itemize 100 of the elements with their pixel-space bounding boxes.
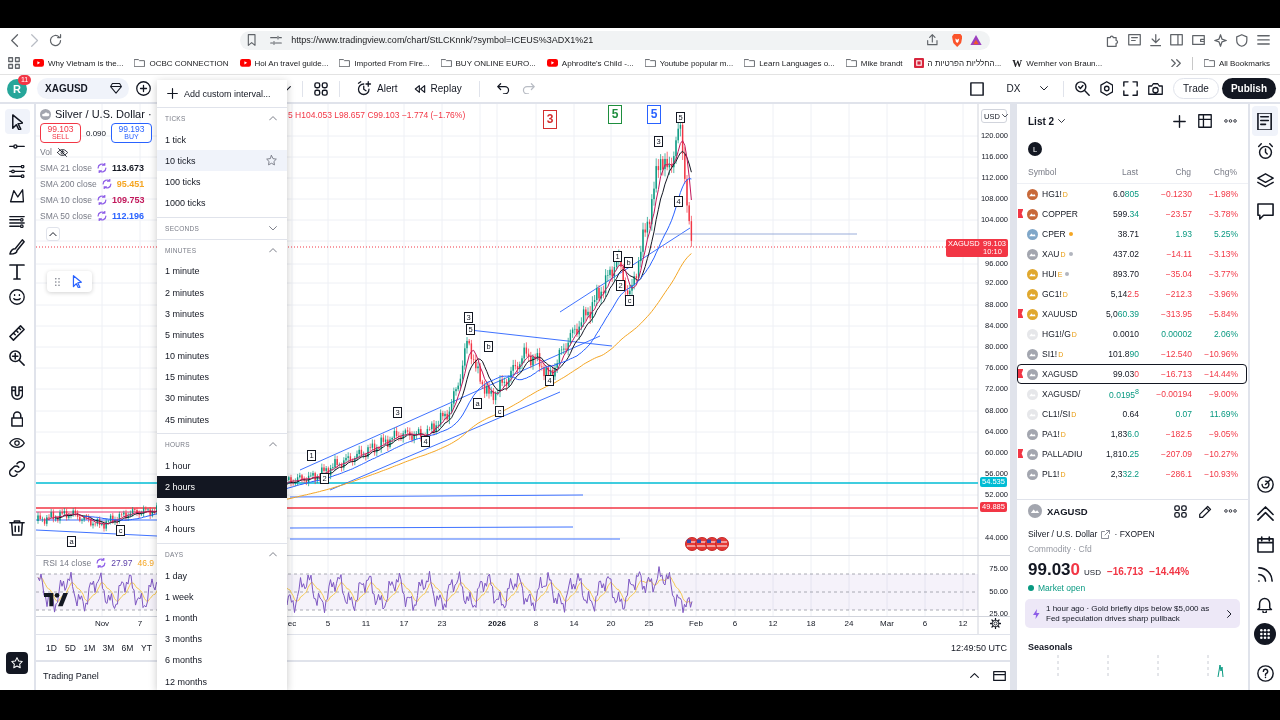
square-icon[interactable]: [969, 81, 984, 96]
share-icon[interactable]: [926, 34, 938, 46]
search-icon[interactable]: [1074, 81, 1090, 96]
ruler-icon: [9, 324, 25, 341]
symbol-name: HUI: [1042, 269, 1057, 279]
bookmark-link[interactable]: OCBC CONNECTION: [134, 58, 229, 68]
range-button[interactable]: 1D: [42, 642, 61, 653]
bookmark-link[interactable]: Hoi An travel guide...: [239, 58, 329, 68]
symbol-description: Silver / U.S. Dollar: [1028, 529, 1098, 539]
column-header[interactable]: Chg%: [1191, 166, 1237, 177]
range-button[interactable]: 5D: [61, 642, 80, 653]
watchlist-row[interactable]: COPPER 599.34 −23.57 −3.78%: [1017, 204, 1247, 224]
range-button[interactable]: 6M: [118, 642, 137, 653]
sidebar-button[interactable]: [1252, 106, 1278, 136]
publish-button[interactable]: Publish: [1221, 78, 1276, 99]
column-header[interactable]: Last: [1095, 166, 1138, 177]
more-icon[interactable]: [1224, 509, 1237, 513]
bookmark-link[interactable]: Learn Languages o...: [744, 58, 835, 68]
settings-icon[interactable]: [1099, 81, 1114, 96]
percent-change: 5.25%: [1212, 229, 1238, 239]
panel-icon[interactable]: [993, 670, 1006, 682]
percent-change: −9.00%: [1207, 389, 1238, 399]
range-button[interactable]: 1M: [80, 642, 99, 653]
news-card[interactable]: 1 hour ago · Gold briefly dips below $5,000 as Fed speculation drives sharp pullback: [1025, 599, 1240, 628]
watchlist-row[interactable]: XAGUSD 99.030 −16.713 −14.44%: [1017, 364, 1247, 384]
bookmark-link[interactable]: Youtube popular m...: [644, 58, 734, 68]
folder-icon: [1203, 58, 1215, 68]
line-icon: [9, 144, 25, 149]
menu-icon[interactable]: [1257, 35, 1270, 45]
more-icon[interactable]: [1224, 119, 1237, 123]
symbol-name: PALLADIU: [1042, 449, 1083, 459]
percent-change: −3.96%: [1207, 289, 1238, 299]
price-change: −12.540: [1160, 349, 1192, 359]
range-button[interactable]: YT: [137, 642, 156, 653]
star-icon: [11, 657, 23, 669]
magnet-icon: [10, 385, 24, 402]
bookmark-link[interactable]: Mike brandt: [845, 58, 903, 68]
shield-icon[interactable]: [951, 33, 962, 47]
address-bar[interactable]: https://www.tradingview.com/chart/StLCKnnk/?symbol=ICEUS%3ADX1%21: [240, 30, 990, 50]
edit-icon[interactable]: [1199, 504, 1212, 518]
all-bookmarks-link[interactable]: All Bookmarks: [1203, 58, 1270, 68]
chevron-down-icon: [1058, 119, 1066, 123]
chat-icon: [1256, 202, 1274, 220]
bookmark-link[interactable]: החלליות הפרטיות ה...: [913, 58, 1002, 68]
double-chevron-icon[interactable]: [1170, 58, 1181, 68]
bookmark-link[interactable]: BUY ONLINE EURO...: [440, 58, 536, 68]
favorites-button[interactable]: [6, 652, 28, 674]
layout-grid-icon[interactable]: [1174, 504, 1187, 518]
symbol-select[interactable]: DX: [1001, 83, 1052, 94]
percent-change: −10.96%: [1203, 349, 1238, 359]
bookmark-link[interactable]: W Wernher von Braun...: [1012, 57, 1103, 69]
table-icon[interactable]: [1198, 114, 1212, 128]
watchlist-row[interactable]: XAGUSD/ 0.0195$^{8}$ −0.00194 −9.00%: [1017, 384, 1247, 404]
bookmark-icon[interactable]: [247, 34, 257, 46]
apps-icon[interactable]: [8, 57, 20, 69]
external-link-icon[interactable]: [1101, 529, 1111, 539]
broadcast-icon: [1256, 565, 1274, 583]
last-price: 437.02: [1112, 249, 1139, 259]
bookmark-link[interactable]: Why Vietnam is the...: [33, 58, 124, 68]
wallet-icon[interactable]: [1192, 34, 1206, 46]
toolbar-button[interactable]: Alert: [351, 81, 404, 96]
column-header[interactable]: Symbol: [1017, 166, 1095, 177]
list-menu-button[interactable]: List 2: [1028, 115, 1066, 127]
undo-icon[interactable]: [496, 82, 510, 95]
column-header[interactable]: Chg: [1138, 166, 1191, 177]
camera-icon[interactable]: [1148, 82, 1164, 95]
section-title: Seasonals: [1028, 642, 1074, 652]
bookmark-link[interactable]: Imported From Fire...: [339, 58, 430, 68]
add-interval-button[interactable]: Add custom interval...: [157, 80, 287, 107]
interval-option[interactable]: 12 months: [157, 670, 287, 690]
interval-option[interactable]: 3 months: [157, 628, 287, 650]
puzzle-icon[interactable]: [1105, 33, 1119, 47]
bookmark-link[interactable]: Aphrodite's Child -...: [546, 58, 634, 68]
back-icon[interactable]: [11, 33, 19, 47]
drawing-tool-button[interactable]: [4, 109, 30, 134]
watchlist-row[interactable]: XAUUSD 5,060.39 −313.95 −5.84%: [1017, 304, 1247, 324]
symbol-name: PA1!: [1042, 429, 1060, 439]
download-icon[interactable]: [1149, 33, 1162, 47]
sliders-icon[interactable]: [270, 34, 283, 46]
price-change: 0.00002: [1160, 329, 1192, 339]
sparkle-icon[interactable]: [1214, 33, 1228, 47]
plus-icon[interactable]: [1173, 114, 1186, 128]
sidebar-icon[interactable]: [1170, 34, 1184, 46]
chevron-up-icon[interactable]: [970, 673, 979, 679]
fullscreen-icon[interactable]: [1123, 81, 1139, 96]
triangle-icon[interactable]: [970, 34, 982, 46]
reload-icon[interactable]: [48, 33, 62, 47]
trade-button[interactable]: Trade: [1173, 78, 1219, 99]
percent-change: 2.06%: [1212, 329, 1238, 339]
range-button[interactable]: 3M: [99, 642, 118, 653]
toolbar-button[interactable]: Replay: [407, 83, 468, 94]
watchlist-row[interactable]: PALLADIU 1,810.25 −207.09 −10.27%: [1017, 444, 1247, 464]
shield-icon[interactable]: [1236, 33, 1248, 47]
interval-option[interactable]: 6 months: [157, 649, 287, 671]
price-change: −0.1230: [1160, 189, 1192, 199]
reader-icon[interactable]: [1127, 34, 1141, 46]
percent-change: 11.69%: [1208, 409, 1238, 419]
symbol-search-button[interactable]: XAGUSD: [37, 78, 129, 99]
layout-grid-icon[interactable]: [314, 81, 328, 96]
watchlist-row[interactable]: CPER 38.71 1.93 5.25%: [1017, 224, 1247, 244]
